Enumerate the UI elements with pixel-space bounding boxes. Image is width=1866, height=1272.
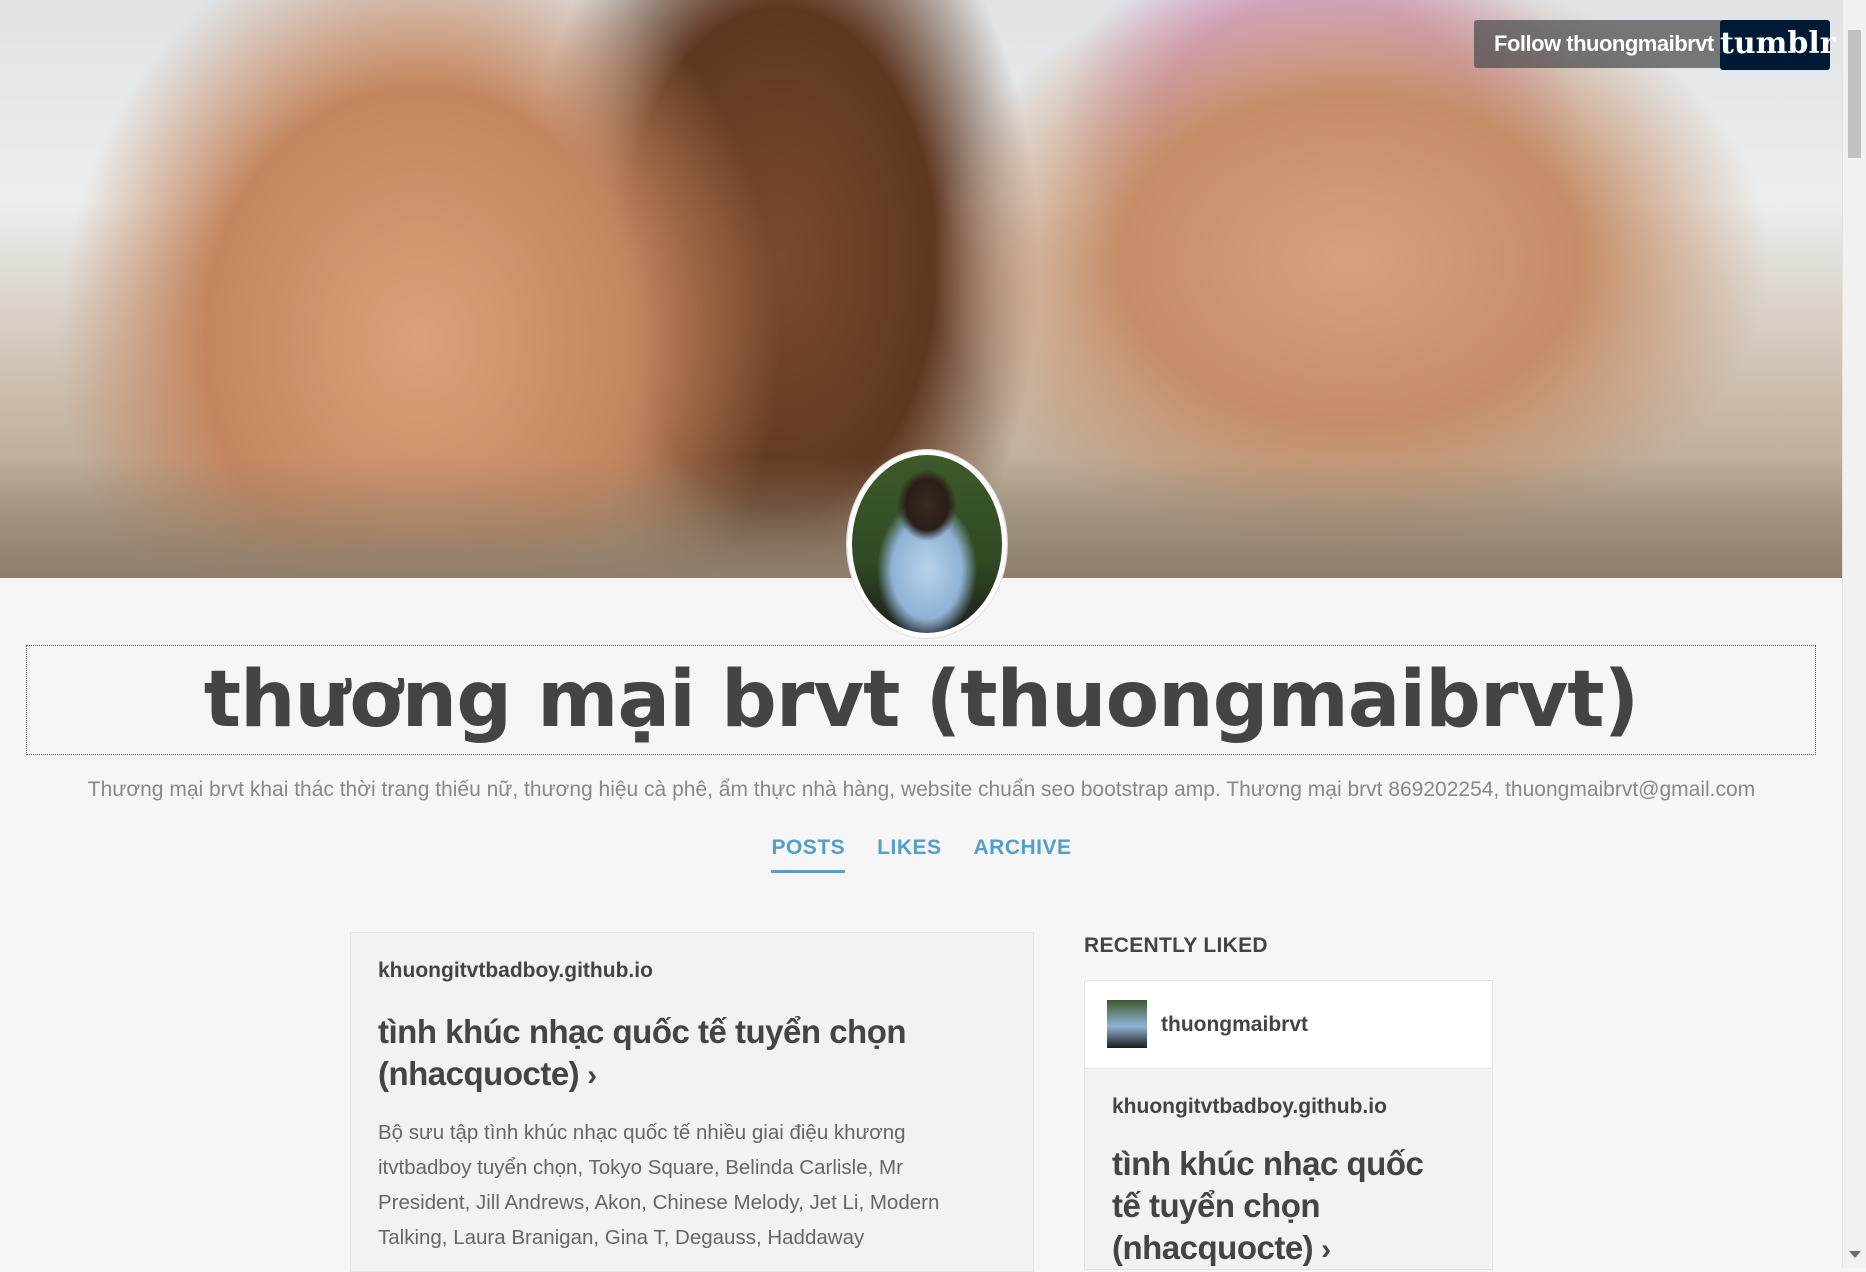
liked-post-card: thuongmaibrvt khuongitvtbadboy.github.io… (1084, 980, 1493, 1270)
nav-likes[interactable]: LIKES (877, 836, 941, 873)
blog-description: Thương mại brvt khai thác thời trang thi… (87, 778, 1756, 801)
chevron-right-icon: › (1321, 1233, 1331, 1266)
post-source-link[interactable]: khuongitvtbadboy.github.io (378, 959, 653, 983)
blog-avatar[interactable] (847, 450, 1007, 638)
tumblr-logo[interactable]: tumblr (1720, 20, 1836, 70)
blog-nav: POSTS LIKES ARCHIVE (0, 836, 1843, 873)
post-title-link[interactable]: tình khúc nhạc quốc tế tuyển chọn (nhacq… (378, 1011, 978, 1097)
post-body: Bộ sưu tập tình khúc nhạc quốc tế nhiều … (378, 1121, 940, 1249)
liked-post-header: thuongmaibrvt (1085, 981, 1492, 1069)
scroll-down-arrow-icon[interactable] (1849, 1251, 1861, 1258)
blog-title-box[interactable]: thương mại brvt (thuongmaibrvt) (26, 645, 1816, 755)
liked-post-title-text: tình khúc nhạc quốc tế tuyển chọn (nhacq… (1112, 1145, 1424, 1266)
liked-post-source-link[interactable]: khuongitvtbadboy.github.io (1112, 1095, 1387, 1119)
nav-posts[interactable]: POSTS (771, 836, 846, 873)
nav-archive[interactable]: ARCHIVE (974, 836, 1072, 873)
scrollbar-thumb[interactable] (1848, 30, 1861, 158)
follow-button[interactable]: Follow thuongmaibrvt (1474, 20, 1734, 68)
recently-liked-heading: RECENTLY LIKED (1084, 934, 1268, 957)
post-card: khuongitvtbadboy.github.io tình khúc nhạ… (350, 932, 1034, 1272)
liked-post-title-link[interactable]: tình khúc nhạc quốc tế tuyển chọn (nhacq… (1112, 1143, 1442, 1269)
chevron-right-icon: › (587, 1059, 597, 1092)
blog-title[interactable]: thương mại brvt (thuongmaibrvt) (204, 655, 1640, 745)
page-scrollbar[interactable] (1842, 0, 1866, 1268)
liked-user-avatar[interactable] (1107, 1000, 1147, 1048)
post-title-text: tình khúc nhạc quốc tế tuyển chọn (nhacq… (378, 1013, 907, 1092)
liked-username-link[interactable]: thuongmaibrvt (1161, 1013, 1308, 1037)
